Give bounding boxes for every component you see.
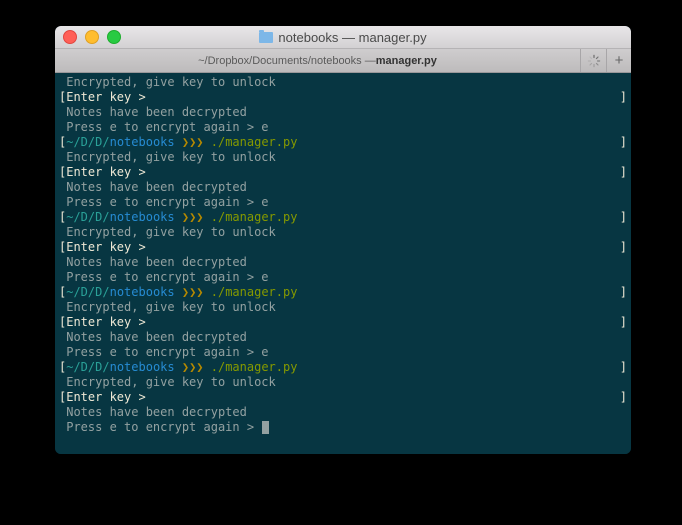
activity-spinner-icon bbox=[581, 49, 607, 72]
terminal-line: [~/D/D/notebooks ❯❯❯ ./manager.py] bbox=[59, 285, 627, 300]
terminal-line: Encrypted, give key to unlock bbox=[59, 375, 627, 390]
close-icon[interactable] bbox=[63, 30, 77, 44]
zoom-icon[interactable] bbox=[107, 30, 121, 44]
minimize-icon[interactable] bbox=[85, 30, 99, 44]
terminal-line: [~/D/D/notebooks ❯❯❯ ./manager.py] bbox=[59, 360, 627, 375]
new-tab-button[interactable]: + bbox=[607, 49, 631, 72]
terminal-line: [Enter key >] bbox=[59, 315, 627, 330]
tab-file: manager.py bbox=[376, 55, 437, 67]
terminal-line: [~/D/D/notebooks ❯❯❯ ./manager.py] bbox=[59, 135, 627, 150]
terminal-line: Encrypted, give key to unlock bbox=[59, 75, 627, 90]
terminal-line: Press e to encrypt again > e bbox=[59, 270, 627, 285]
titlebar: notebooks — manager.py bbox=[55, 26, 631, 49]
terminal-line: Notes have been decrypted bbox=[59, 180, 627, 195]
terminal-window: notebooks — manager.py ~/Dropbox/Documen… bbox=[55, 26, 631, 454]
window-title: notebooks — manager.py bbox=[55, 30, 631, 45]
tab-bar: ~/Dropbox/Documents/notebooks — manager.… bbox=[55, 49, 631, 73]
cursor bbox=[262, 421, 269, 434]
terminal-line: Press e to encrypt again > bbox=[59, 420, 627, 435]
terminal-line: [~/D/D/notebooks ❯❯❯ ./manager.py] bbox=[59, 210, 627, 225]
title-text: notebooks — manager.py bbox=[278, 30, 426, 45]
folder-icon bbox=[259, 32, 273, 43]
terminal-line: [Enter key >] bbox=[59, 165, 627, 180]
terminal-line: [Enter key >] bbox=[59, 90, 627, 105]
tab-path: ~/Dropbox/Documents/notebooks — bbox=[198, 55, 376, 67]
terminal-line: Notes have been decrypted bbox=[59, 105, 627, 120]
terminal-line: Press e to encrypt again > e bbox=[59, 345, 627, 360]
tab-main[interactable]: ~/Dropbox/Documents/notebooks — manager.… bbox=[55, 49, 581, 72]
terminal-line: Encrypted, give key to unlock bbox=[59, 300, 627, 315]
window-controls bbox=[55, 30, 121, 44]
terminal-line: Encrypted, give key to unlock bbox=[59, 225, 627, 240]
terminal-line: Press e to encrypt again > e bbox=[59, 195, 627, 210]
plus-icon: + bbox=[615, 52, 624, 69]
terminal-line: Notes have been decrypted bbox=[59, 405, 627, 420]
terminal-line: [Enter key >] bbox=[59, 390, 627, 405]
terminal-line: Encrypted, give key to unlock bbox=[59, 150, 627, 165]
terminal-body[interactable]: Encrypted, give key to unlock[Enter key … bbox=[55, 73, 631, 454]
terminal-line: Press e to encrypt again > e bbox=[59, 120, 627, 135]
terminal-line: Notes have been decrypted bbox=[59, 255, 627, 270]
terminal-line: [Enter key >] bbox=[59, 240, 627, 255]
terminal-line: Notes have been decrypted bbox=[59, 330, 627, 345]
